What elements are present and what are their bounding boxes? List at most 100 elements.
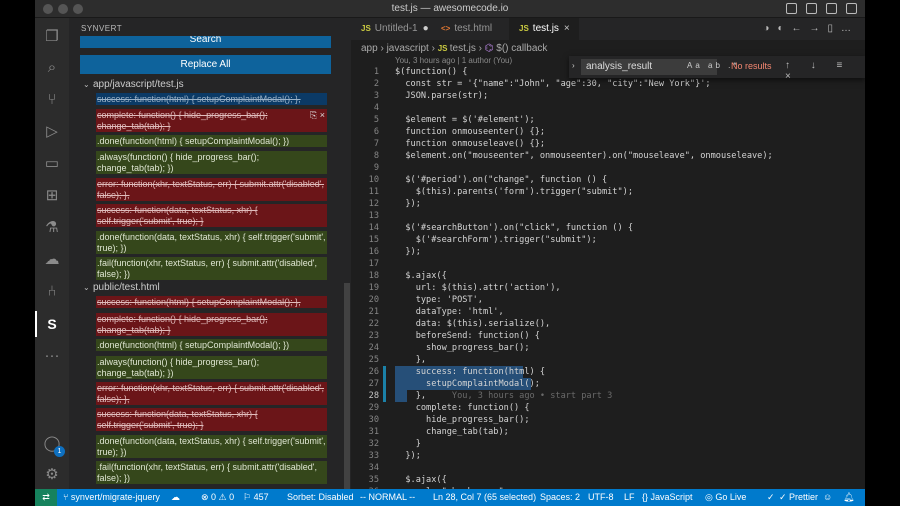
cursor-position-status[interactable]: Ln 28, Col 7 (65 selected) — [433, 489, 536, 506]
removed-result-item[interactable]: error: function(xhr, textStatus, err) { … — [96, 178, 327, 201]
next-change-icon[interactable]: → — [809, 23, 827, 34]
search-button[interactable]: Search — [80, 36, 331, 48]
toggle-secondary-sidebar-icon[interactable] — [826, 3, 837, 14]
code-text: $(this).parents('form').trigger("submit"… — [395, 186, 633, 198]
code-content: $element.on("mouseenter", onmouseenter).… — [395, 151, 773, 161]
breadcrumb-item[interactable]: javascript — [387, 43, 429, 54]
result-text: .fail(function(xhr, textStatus, err) { s… — [97, 258, 318, 279]
code-text: success: function(html) { — [395, 366, 545, 378]
added-result-item[interactable]: .always(function() { hide_progress_bar()… — [96, 151, 327, 174]
git-compare-icon[interactable]: ◑ — [763, 23, 777, 34]
removed-result-item[interactable]: complete: function() { hide_progress_bar… — [96, 313, 327, 336]
more-icon[interactable]: ··· — [42, 346, 62, 366]
added-result-item[interactable]: .fail(function(xhr, textStatus, err) { s… — [96, 461, 327, 484]
toggle-panel-icon[interactable] — [806, 3, 817, 14]
more-actions-icon[interactable]: … — [841, 23, 859, 34]
notifications-icon[interactable]: 🔔︎ — [843, 489, 854, 506]
breadcrumb-item[interactable]: JS test.js — [438, 43, 476, 54]
code-text: hide_progress_bar(); — [395, 414, 530, 426]
added-result-item[interactable]: .done(function(data, textStatus, xhr) { … — [96, 435, 327, 458]
git-graph-icon[interactable]: ⑃ — [42, 282, 62, 302]
source-control-icon[interactable]: ⑂ — [42, 90, 62, 110]
code-line: 18 $.ajax({ — [351, 270, 865, 282]
result-folder[interactable]: ⌄ app/javascript/test.js — [83, 79, 184, 90]
toggle-blame-icon[interactable]: ◐ — [777, 23, 791, 34]
line-number: 3 — [373, 91, 379, 101]
code-content: const str = '{"name":"John", "age":30, "… — [395, 79, 711, 89]
removed-result-item[interactable]: error: function(xhr, textStatus, err) { … — [96, 382, 327, 405]
added-result-item[interactable]: .fail(function(xhr, textStatus, err) { s… — [96, 257, 327, 280]
sorbet-status[interactable]: Sorbet: Disabled — [287, 489, 354, 506]
line-number: 5 — [373, 115, 379, 125]
toggle-sidebar-icon[interactable] — [786, 3, 797, 14]
remote-indicator-icon[interactable]: ⇄ — [35, 489, 57, 506]
eol-status[interactable]: LF — [624, 489, 635, 506]
git-branch-status[interactable]: ⑂ synvert/migrate-jquery — [63, 489, 160, 506]
docker-icon[interactable]: ☁ — [42, 250, 62, 270]
line-number: 24 — [368, 343, 379, 353]
encoding-status[interactable]: UTF-8 — [588, 489, 614, 506]
go-live-status[interactable]: ◎ Go Live — [705, 489, 746, 506]
remote-explorer-icon[interactable]: ▭ — [42, 154, 62, 174]
prettier-status[interactable]: ✓ Prettier — [779, 489, 818, 506]
git-change-marker[interactable] — [383, 378, 386, 390]
feedback-icon[interactable]: ☺ — [823, 489, 832, 506]
code-content: JSON.parse(str); — [395, 91, 489, 101]
removed-result-item[interactable]: complete: function() { hide_progress_bar… — [96, 109, 327, 132]
close-tab-icon[interactable]: × — [564, 23, 570, 34]
added-result-item[interactable]: .done(function(html) { setupComplaintMod… — [96, 135, 327, 147]
added-result-item[interactable]: .done(function(html) { setupComplaintMod… — [96, 339, 327, 351]
find-navigation-buttons[interactable]: ↑ ↓ ≡ × — [785, 60, 865, 82]
sidebar-title: SYNVERT — [81, 24, 123, 33]
code-content: url: $(this).attr('action'), — [395, 283, 561, 293]
language-mode-status[interactable]: {} JavaScript — [642, 489, 693, 506]
tab-untitled-1[interactable]: JS Untitled-1 ● — [351, 18, 431, 40]
sidebar-scrollbar[interactable] — [344, 283, 350, 489]
run-debug-icon[interactable]: ▷ — [42, 122, 62, 142]
git-change-marker[interactable] — [383, 390, 386, 402]
expand-replace-icon[interactable]: › — [572, 61, 575, 70]
blame-codelens[interactable]: You, 3 hours ago | 1 author (You) — [395, 56, 512, 65]
indentation-status[interactable]: Spaces: 2 — [540, 489, 580, 506]
removed-result-item[interactable]: success: function(data, textStatus, xhr)… — [96, 204, 327, 227]
result-folder[interactable]: ⌄ public/test.html — [83, 282, 160, 293]
added-result-item[interactable]: .done(function(data, textStatus, xhr) { … — [96, 231, 327, 254]
previous-change-icon[interactable]: ← — [791, 23, 809, 34]
removed-result-item[interactable]: success: function(html) { setupComplaint… — [96, 93, 327, 105]
replace-icon[interactable]: ⎘ — [310, 110, 317, 120]
line-number: 7 — [373, 139, 379, 149]
sync-icon[interactable]: ☁ — [171, 489, 180, 506]
git-change-marker[interactable] — [383, 366, 386, 378]
settings-gear-icon[interactable]: ⚙ — [42, 465, 62, 485]
testing-icon[interactable]: ⚗ — [42, 218, 62, 238]
explorer-icon[interactable]: ❐ — [42, 27, 62, 47]
dismiss-icon[interactable]: × — [320, 110, 325, 120]
extensions-icon[interactable]: ⊞ — [42, 186, 62, 206]
line-number: 35 — [368, 475, 379, 485]
replace-all-button[interactable]: Replace All — [80, 55, 331, 74]
ports-status[interactable]: ⚐ 457 — [243, 489, 269, 506]
accounts-icon[interactable]: ◯ 1 — [42, 434, 65, 457]
breadcrumb-item[interactable]: ⌬ $() callback — [485, 43, 548, 54]
split-editor-icon[interactable]: ▯ — [827, 23, 841, 34]
added-result-item[interactable]: .always(function() { hide_progress_bar()… — [96, 356, 327, 379]
code-content: }); — [395, 199, 421, 209]
line-number: 12 — [368, 199, 379, 209]
line-number: 14 — [368, 223, 379, 233]
tab-test-html[interactable]: <> test.html — [431, 18, 509, 40]
code-text: $('#searchButton').on("click", function … — [395, 222, 633, 234]
tab-test-js[interactable]: JS test.js × — [509, 18, 579, 40]
code-content: }, — [395, 391, 427, 401]
removed-result-item[interactable]: success: function(data, textStatus, xhr)… — [96, 408, 327, 431]
line-number: 9 — [373, 163, 379, 173]
result-text: .done(function(data, textStatus, xhr) { … — [97, 232, 326, 253]
synvert-icon[interactable]: S — [42, 314, 62, 334]
result-text: error: function(xhr, textStatus, err) { … — [97, 383, 325, 404]
removed-result-item[interactable]: success: function(html) { setupComplaint… — [96, 296, 327, 308]
code-content: }); — [395, 247, 421, 257]
problems-status[interactable]: ⊗ 0 ⚠ 0 — [201, 489, 234, 506]
editor-actions: ◑◐←→▯… — [763, 23, 859, 34]
customize-layout-icon[interactable] — [846, 3, 857, 14]
search-icon[interactable]: ⌕ — [42, 58, 62, 78]
breadcrumb-item[interactable]: app — [361, 43, 378, 54]
